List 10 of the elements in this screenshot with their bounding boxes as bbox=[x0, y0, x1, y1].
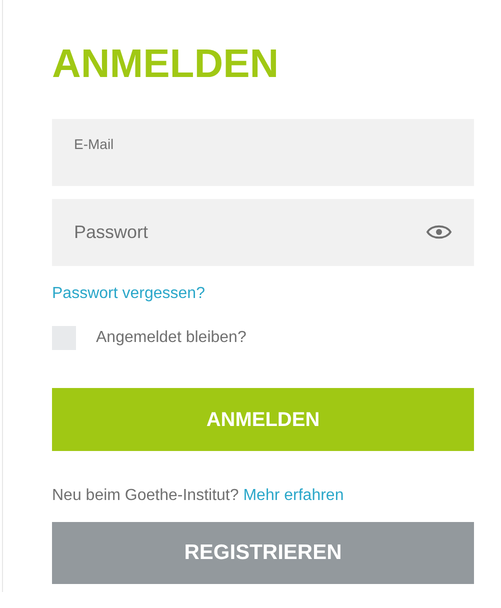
learn-more-link[interactable]: Mehr erfahren bbox=[243, 487, 344, 504]
forgot-password-link[interactable]: Passwort vergessen? bbox=[52, 282, 205, 306]
password-field[interactable]: Passwort bbox=[52, 199, 474, 266]
register-prompt: Neu beim Goethe-Institut? Mehr erfahren bbox=[52, 486, 345, 506]
login-button[interactable]: ANMELDEN bbox=[52, 388, 474, 451]
field-label: E-Mail bbox=[74, 135, 114, 154]
eye-icon[interactable] bbox=[426, 223, 452, 241]
page-title: ANMELDEN bbox=[52, 42, 280, 86]
register-button[interactable]: REGISTRIEREN bbox=[52, 522, 474, 584]
remember-me-label: Angemeldet bleiben? bbox=[96, 328, 246, 348]
